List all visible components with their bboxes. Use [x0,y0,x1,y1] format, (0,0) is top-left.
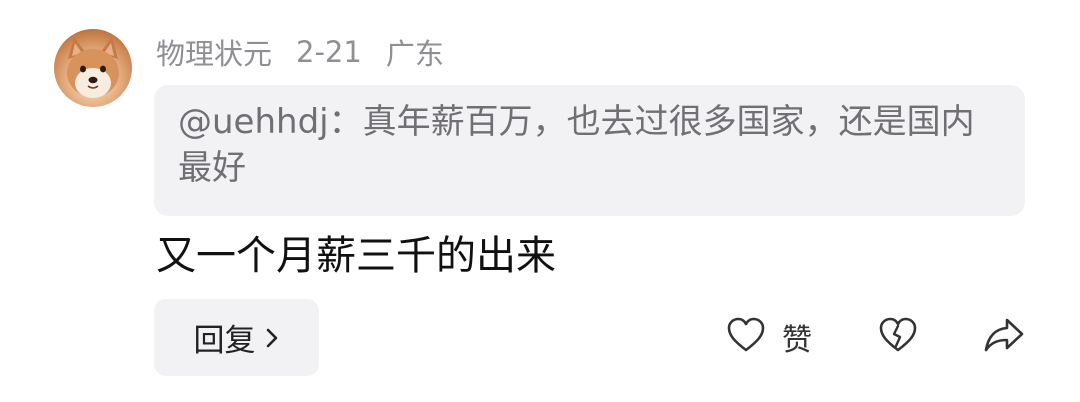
comment-meta: 物理状元 2-21 广东 [156,32,444,72]
reply-button[interactable]: 回复 [154,299,319,376]
heart-outline-icon [726,316,766,358]
reply-label: 回复 [193,323,256,359]
broken-heart-icon [878,316,918,358]
avatar[interactable] [54,29,132,107]
username[interactable]: 物理状元 [156,31,272,73]
like-label: 赞 [782,323,812,358]
chevron-right-icon [264,326,280,350]
quoted-comment[interactable]: @uehhdj：真年薪百万，也去过很多国家，还是国内最好 [154,85,1025,216]
share-button[interactable] [983,315,1025,359]
comment-location: 广东 [385,37,444,71]
like-button[interactable]: 赞 [726,315,812,359]
comment-text: 又一个月薪三千的出来 [156,233,556,279]
comment-date: 2-21 [296,35,362,69]
shiba-dog-avatar [67,37,119,98]
dislike-button[interactable] [878,315,918,359]
comment-item: 物理状元 2-21 广东 @uehhdj：真年薪百万，也去过很多国家，还是国内最… [0,0,1080,402]
share-arrow-icon [983,316,1025,358]
